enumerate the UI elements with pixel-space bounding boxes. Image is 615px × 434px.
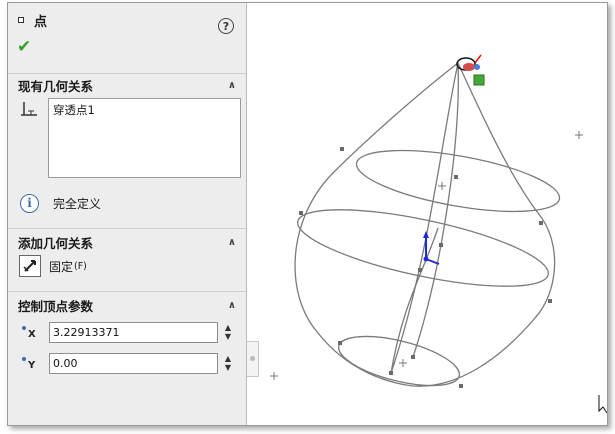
existing-relations-header[interactable]: 现有几何关系 ∧ <box>8 74 246 96</box>
control-point <box>338 341 342 345</box>
add-relations-header[interactable]: 添加几何关系 ∧ <box>8 231 246 253</box>
ring-top <box>355 149 561 213</box>
panel-title: 点 <box>34 14 48 30</box>
graphics-viewport[interactable] <box>253 3 607 425</box>
control-point <box>439 243 443 247</box>
chevron-up-icon[interactable]: ∧ <box>228 300 236 311</box>
inner-spindle-curve <box>412 62 459 358</box>
control-point <box>411 355 415 359</box>
control-point <box>418 268 422 272</box>
fix-label: 固定 <box>49 259 74 274</box>
y-param-row: Y ▲▼ <box>8 351 246 375</box>
control-params-header[interactable]: 控制顶点参数 ∧ <box>8 294 246 316</box>
ring-middle <box>297 209 549 287</box>
pierce-relation-icon <box>21 102 37 116</box>
control-point <box>459 384 463 388</box>
info-icon: i <box>20 193 39 213</box>
sketch-drawing[interactable] <box>253 3 608 426</box>
property-manager-panel: 点 ? ✔ 现有几何关系 ∧ 穿透点1 i 完全定义 添加几何关系 ∧ 固定 (… <box>8 3 247 425</box>
relations-list[interactable]: 穿透点1 <box>48 98 241 178</box>
y-value-input[interactable] <box>49 352 218 374</box>
control-point <box>340 147 344 151</box>
y-spinner[interactable]: ▲ ▼ <box>222 354 234 372</box>
control-point <box>299 211 303 215</box>
point-icon <box>18 17 24 23</box>
add-relations-title: 添加几何关系 <box>18 235 94 251</box>
control-point <box>454 175 458 179</box>
control-point <box>539 221 543 225</box>
fix-anchor-icon <box>19 255 41 277</box>
spin-down-icon: ▼ <box>224 332 232 341</box>
existing-relations-section: 现有几何关系 ∧ 穿透点1 i 完全定义 <box>8 73 246 222</box>
fix-shortcut: (F) <box>74 260 87 272</box>
spin-up-icon: ▲ <box>224 354 232 363</box>
panel-header: 点 <box>8 3 246 37</box>
status-text: 完全定义 <box>53 196 102 211</box>
spin-up-icon: ▲ <box>224 323 232 332</box>
x-value-input[interactable] <box>49 321 218 343</box>
control-params-title: 控制顶点参数 <box>18 298 94 314</box>
existing-relations-title: 现有几何关系 <box>18 78 94 94</box>
control-point <box>389 371 393 375</box>
add-relations-section: 添加几何关系 ∧ 固定 (F) <box>8 228 246 279</box>
fix-relation-button[interactable]: 固定 (F) <box>8 253 246 279</box>
spin-down-icon: ▼ <box>224 363 232 372</box>
chevron-up-icon[interactable]: ∧ <box>228 80 236 91</box>
chevron-up-icon[interactable]: ∧ <box>228 237 236 248</box>
x-spinner[interactable]: ▲ ▼ <box>222 323 234 341</box>
help-icon[interactable]: ? <box>218 18 234 34</box>
outer-profile-curve <box>294 61 556 387</box>
x-coordinate-icon: X <box>22 324 40 340</box>
control-point <box>548 299 552 303</box>
app-window: 点 ? ✔ 现有几何关系 ∧ 穿透点1 i 完全定义 添加几何关系 ∧ 固定 (… <box>7 2 608 426</box>
control-points <box>299 147 552 388</box>
mouse-cursor-icon <box>598 395 607 414</box>
list-item[interactable]: 穿透点1 <box>53 102 236 118</box>
x-param-row: X ▲▼ <box>8 320 246 344</box>
y-coordinate-icon: Y <box>22 355 40 371</box>
ok-checkmark-icon[interactable]: ✔ <box>17 37 31 57</box>
control-params-section: 控制顶点参数 ∧ X ▲▼ Y ▲▼ <box>8 291 246 375</box>
